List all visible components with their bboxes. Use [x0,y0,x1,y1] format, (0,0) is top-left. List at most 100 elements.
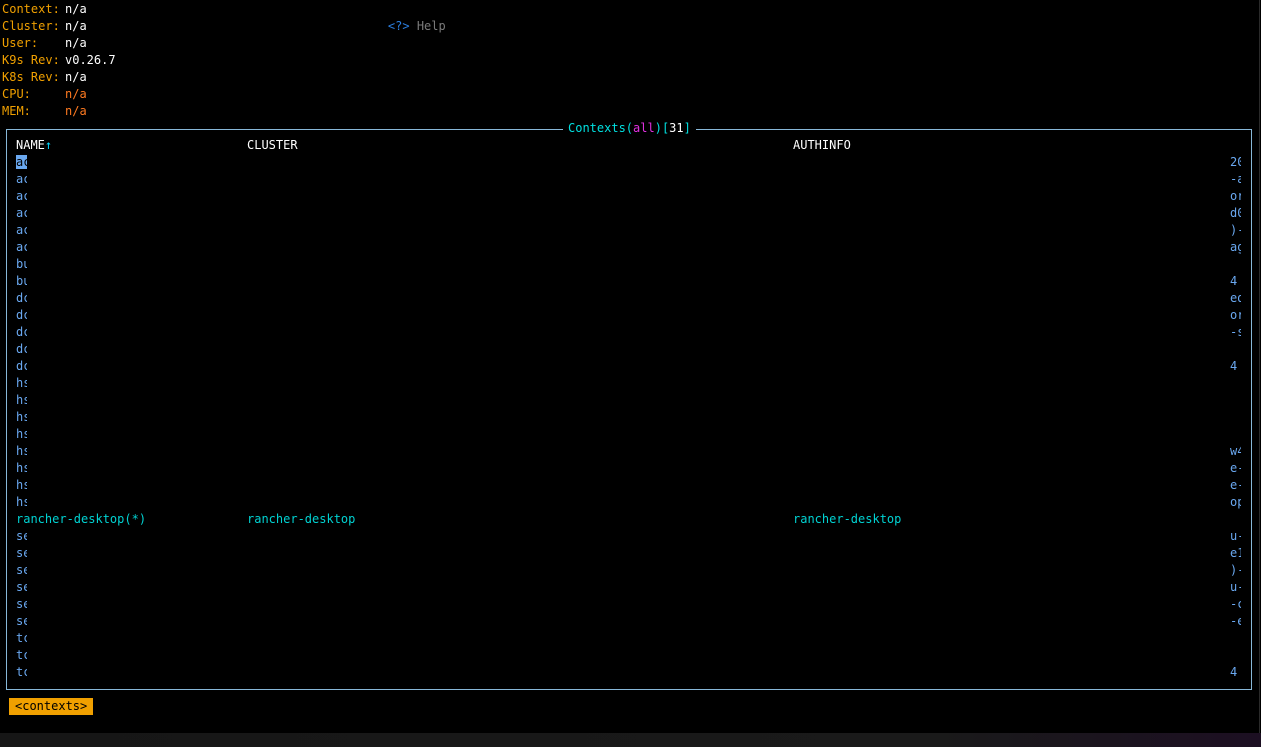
cell-name: tc [16,665,27,679]
cell-name: hs [16,410,27,424]
help-key: <?> [387,19,410,33]
table-row[interactable]: tc 4 [16,664,1241,681]
cell-name: tc [16,648,27,662]
table-row[interactable]: tc [16,630,1241,647]
cell-truncated-tail: -a [1230,172,1241,186]
table-row[interactable]: se u- [16,579,1241,596]
table-row[interactable]: se u- [16,528,1241,545]
cell-truncated-tail: e- [1230,461,1241,475]
table-row[interactable]: se e1 [16,545,1241,562]
cell-truncated-tail: d0 [1230,206,1241,220]
cell-name: se [16,614,27,628]
cell-name: ac [16,240,27,254]
cell-name: ac [16,189,27,203]
info-value: n/a [65,19,87,33]
sort-asc-icon: ↑ [44,138,53,152]
cell-truncated-tail: ag [1230,240,1241,254]
info-key: CPU: [2,87,31,101]
info-line: User: n/a [2,35,87,52]
column-header-cluster[interactable]: CLUSTER [247,137,298,154]
cell-name: bu [16,274,27,288]
desktop-background [0,733,1261,747]
info-key: Cluster: [2,19,60,33]
cell-cluster: rancher-desktop [247,512,356,526]
column-header-authinfo[interactable]: AUTHINFO [793,137,851,154]
table-row[interactable]: bu [16,256,1241,273]
table-row[interactable]: ac ag [16,239,1241,256]
table-row[interactable]: ac or [16,188,1241,205]
cell-truncated-tail: 4 [1230,359,1238,373]
cell-truncated-tail: 4 [1230,665,1238,679]
info-value: n/a [65,2,87,16]
cell-name: ac [16,223,27,237]
column-header-name[interactable]: NAME↑ [16,137,52,154]
table-row[interactable]: ac)- [16,222,1241,239]
cell-truncated-tail: e1 [1230,546,1241,560]
cell-name: se [16,580,27,594]
help-hint: <?> Help [359,1,446,52]
title-filter: all [633,121,655,135]
cell-truncated-tail: 20 [1230,155,1241,169]
info-value: n/a [65,104,87,118]
cell-name: bu [16,257,27,271]
table-row-current[interactable]: rancher-desktop(*) rancher-desktop rancher… [16,511,1241,528]
terminal-window: Context: n/a Cluster: n/a User: n/a K9s Rev: v0… [0,0,1260,733]
cell-truncated-tail: op [1230,495,1241,509]
info-line: MEM: n/a [2,103,87,120]
cell-truncated-tail: or [1230,189,1241,203]
cell-truncated-tail: -c [1230,597,1241,611]
table-row[interactable]: dc or [16,307,1241,324]
cell-authinfo: rancher-desktop [793,512,902,526]
table-row[interactable]: dc -s [16,324,1241,341]
info-key: K9s Rev: [2,53,60,67]
cell-name: se [16,597,27,611]
cell-name: dc [16,325,27,339]
info-value: v0.26.7 [65,53,116,67]
table-row[interactable]: hs [16,392,1241,409]
cell-name: se [16,546,27,560]
cell-truncated-tail: 4 [1230,274,1238,288]
table-row[interactable]: ac -a [16,171,1241,188]
info-key: K8s Rev: [2,70,60,84]
table-row[interactable]: hs e- [16,460,1241,477]
table-row[interactable]: dc 4 [16,358,1241,375]
cell-truncated-tail: -e [1230,614,1241,628]
table-row[interactable]: hs [16,426,1241,443]
table-row[interactable]: ac d0 [16,205,1241,222]
cell-truncated-tail: or [1230,308,1241,322]
cell-name: dc [16,342,27,356]
cell-name: ac [16,154,27,171]
table-title: Contexts(all)[31] [563,120,696,137]
cell-name: ac [16,172,27,186]
cell-name: hs [16,495,27,509]
info-value: n/a [65,70,87,84]
info-line: Cluster: n/a [2,18,87,35]
cell-name: se [16,563,27,577]
table-row[interactable]: hs w4 [16,443,1241,460]
table-row[interactable]: se)- [16,562,1241,579]
info-key: MEM: [2,104,31,118]
help-label: Help [416,19,446,33]
cell-truncated-tail: ed [1230,291,1241,305]
table-row[interactable]: bu 4 [16,273,1241,290]
cell-name: dc [16,308,27,322]
cell-truncated-tail: u- [1230,580,1241,594]
table-row[interactable]: dc ed [16,290,1241,307]
table-row[interactable]: se -c [16,596,1241,613]
table-row[interactable]: hs op [16,494,1241,511]
table-row[interactable]: hs [16,375,1241,392]
table-row[interactable]: ac 20 [16,154,1241,171]
cell-truncated-tail: e- [1230,478,1241,492]
cell-name: dc [16,359,27,373]
cell-truncated-tail: -s [1230,325,1241,339]
table-row[interactable]: hs [16,409,1241,426]
cell-name: hs [16,444,27,458]
breadcrumb-contexts[interactable]: <contexts> [9,698,94,715]
cell-name: tc [16,631,27,645]
table-row[interactable]: dc [16,341,1241,358]
table-row[interactable]: hs e- [16,477,1241,494]
info-value: n/a [65,87,87,101]
cell-name: hs [16,393,27,407]
table-row[interactable]: se -e [16,613,1241,630]
table-row[interactable]: tc [16,647,1241,664]
